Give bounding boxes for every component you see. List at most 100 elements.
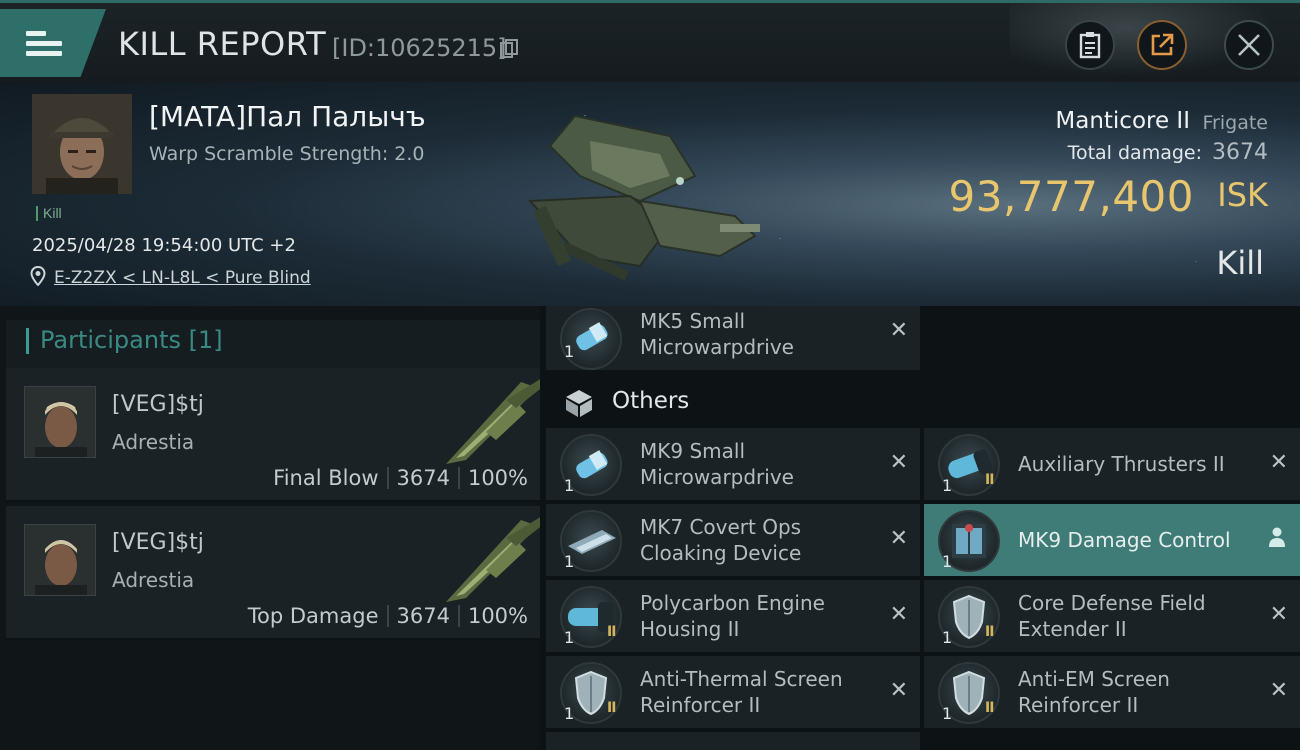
- tech-tier-badge: II: [607, 700, 616, 716]
- destroyed-mark-icon: ✕: [1269, 602, 1288, 627]
- isk-unit: ISK: [1217, 176, 1268, 214]
- kill-result: Kill: [1216, 244, 1264, 282]
- module-name: MK5 Small Microwarpdrive: [640, 308, 880, 360]
- close-icon: [1238, 34, 1260, 56]
- victim-summary: [MATA]Пал Палычъ Warp Scramble Strength:…: [0, 82, 1300, 306]
- module-name-line1: Anti-EM Screen: [1018, 667, 1170, 691]
- victim-detail: Warp Scramble Strength: 2.0: [149, 143, 425, 165]
- module-name: Core Defense Field Extender II: [1018, 590, 1258, 642]
- participant-ship: Adrestia: [112, 568, 195, 592]
- module-name-line1: Anti-Thermal Screen: [640, 667, 843, 691]
- kill-datetime: 2025/04/28 19:54:00 UTC +2: [32, 235, 296, 256]
- stats-divider: [386, 467, 389, 489]
- module-name-line2: Extender II: [1018, 617, 1127, 641]
- module-name-line2: Reinforcer II: [1018, 693, 1139, 717]
- ship-class: Frigate: [1202, 112, 1268, 134]
- module-item-fitted[interactable]: 1 MK9 Damage Control: [924, 504, 1300, 576]
- module-item[interactable]: 1 MK9 Small Microwarpdrive ✕: [546, 428, 920, 500]
- participant-role: Top Damage: [247, 604, 379, 628]
- destroyed-mark-icon: ✕: [889, 450, 908, 475]
- participant-ship: Adrestia: [112, 430, 195, 454]
- destroyed-mark-icon: ✕: [1269, 450, 1288, 475]
- total-damage-label: Total damage:: [1067, 142, 1202, 164]
- stats-divider: [457, 605, 460, 627]
- module-name-line1: MK5 Small: [640, 309, 745, 333]
- victim-ship-image[interactable]: [520, 106, 780, 296]
- module-qty: 1: [564, 628, 575, 647]
- module-name: MK7 Covert Ops Cloaking Device: [640, 514, 880, 566]
- module-name: Anti-EM Screen Reinforcer II: [1018, 666, 1258, 718]
- module-qty: 1: [942, 476, 953, 495]
- location-pin-icon: [30, 266, 46, 286]
- module-name-line2: Cloaking Device: [640, 541, 802, 565]
- clipboard-icon: [1079, 32, 1101, 59]
- module-item[interactable]: 1 II Auxiliary Thrusters II ✕: [924, 428, 1300, 500]
- destroyed-mark-icon: ✕: [889, 318, 908, 343]
- participant-role: Final Blow: [273, 466, 379, 490]
- module-qty: 1: [564, 552, 575, 571]
- module-item[interactable]: 1 II Core Defense Field Extender II ✕: [924, 580, 1300, 652]
- module-name-line1: Core Defense Field: [1018, 591, 1206, 615]
- hamburger-icon: [26, 26, 62, 61]
- kill-id: [ID:10625215]: [332, 34, 507, 62]
- participant-portrait: [24, 386, 96, 458]
- module-name-line1: Auxiliary Thrusters II: [1018, 452, 1225, 476]
- tech-tier-badge: II: [985, 624, 994, 640]
- module-item[interactable]: 1 II Anti-Thermal Screen Reinforcer II ✕: [546, 656, 920, 728]
- module-item[interactable]: 1 II Anti-EM Screen Reinforcer II ✕: [924, 656, 1300, 728]
- module-item[interactable]: 1 MK7 Covert Ops Cloaking Device ✕: [546, 504, 920, 576]
- participant-damage: 3674: [396, 466, 450, 490]
- total-damage-value: 3674: [1212, 140, 1268, 165]
- isk-value: 93,777,400: [948, 172, 1194, 221]
- header-accent-bar: [26, 328, 29, 354]
- module-name: Polycarbon Engine Housing II: [640, 590, 880, 642]
- top-bar: KILL REPORT [ID:10625215]: [0, 0, 1300, 85]
- ship-name[interactable]: Manticore II: [1055, 108, 1190, 134]
- copy-icon[interactable]: [500, 39, 518, 59]
- module-name-line2: Microwarpdrive: [640, 465, 794, 489]
- participant-card-final-blow[interactable]: [VEG]$tj Adrestia Final Blow 3674 100%: [6, 368, 544, 502]
- participant-ship-image: [446, 378, 544, 464]
- participant-ship-image: [446, 516, 544, 602]
- module-qty: 1: [564, 342, 575, 361]
- module-qty: 1: [942, 628, 953, 647]
- module-name-line2: Housing II: [640, 617, 740, 641]
- stats-divider: [457, 467, 460, 489]
- victim-portrait[interactable]: [32, 94, 132, 194]
- others-section-header: Others: [540, 376, 1300, 428]
- tech-tier-badge: II: [607, 624, 616, 640]
- module-qty: 1: [942, 552, 953, 571]
- person-icon: [1269, 527, 1285, 547]
- module-item[interactable]: 1 II Polycarbon Engine Housing II ✕: [546, 580, 920, 652]
- module-name-line1: MK7 Covert Ops: [640, 515, 802, 539]
- tech-tier-badge: II: [985, 700, 994, 716]
- tech-tier-badge: II: [985, 472, 994, 488]
- share-button[interactable]: [1137, 20, 1187, 70]
- module-name-line1: MK9 Small: [640, 439, 745, 463]
- location-link[interactable]: E-Z2ZX < LN-L8L < Pure Blind: [54, 268, 311, 288]
- menu-button[interactable]: [0, 9, 106, 77]
- participant-portrait: [24, 524, 96, 596]
- victim-name[interactable]: [MATA]Пал Палычъ: [149, 100, 426, 133]
- participant-damage: 3674: [396, 604, 450, 628]
- participant-card-top-damage[interactable]: [VEG]$tj Adrestia Top Damage 3674 100%: [6, 506, 544, 640]
- participant-portrait-image: [25, 525, 95, 595]
- module-qty: 1: [942, 704, 953, 723]
- module-name: MK9 Small Microwarpdrive: [640, 438, 880, 490]
- module-name-line1: Polycarbon Engine: [640, 591, 825, 615]
- module-name-line1: MK9 Damage Control: [1018, 528, 1231, 552]
- participants-header[interactable]: Participants [1]: [6, 320, 540, 370]
- module-name: MK9 Damage Control: [1018, 527, 1258, 553]
- module-name-line2: Reinforcer II: [640, 693, 761, 717]
- others-label: Others: [612, 388, 690, 414]
- kill-tag: Kill: [36, 206, 62, 221]
- stats-divider: [386, 605, 389, 627]
- close-button[interactable]: [1224, 20, 1274, 70]
- participant-name: [VEG]$tj: [112, 392, 204, 417]
- participant-percent: 100%: [467, 604, 528, 628]
- module-item[interactable]: [546, 732, 920, 750]
- module-name: Anti-Thermal Screen Reinforcer II: [640, 666, 880, 718]
- destroyed-mark-icon: ✕: [889, 602, 908, 627]
- module-item[interactable]: 1 MK5 Small Microwarpdrive ✕: [546, 306, 920, 370]
- clipboard-button[interactable]: [1065, 20, 1115, 70]
